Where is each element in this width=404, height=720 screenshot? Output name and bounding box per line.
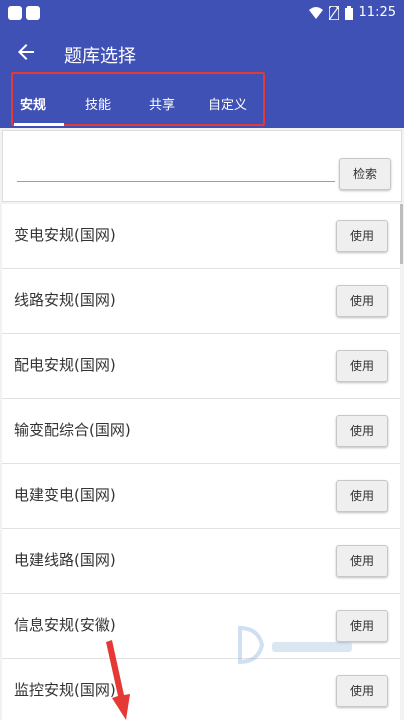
no-sim-icon	[328, 5, 339, 20]
scrollbar[interactable]	[400, 204, 403, 264]
list-item: 电建变电(国网) 使用	[2, 464, 400, 529]
list-item: 线路安规(国网) 使用	[2, 269, 400, 334]
active-tab-indicator	[14, 123, 64, 126]
use-button[interactable]: 使用	[336, 415, 388, 447]
search-input[interactable]	[17, 153, 335, 179]
status-bar: 11:25	[0, 0, 404, 28]
notification-icon	[8, 6, 22, 20]
tab-shared[interactable]: 共享	[149, 94, 175, 113]
use-button[interactable]: 使用	[336, 220, 388, 252]
use-button[interactable]: 使用	[336, 675, 388, 707]
battery-icon	[344, 5, 353, 20]
list-item: 变电安规(国网) 使用	[2, 204, 400, 269]
app-bar: 题库选择 安规 技能 共享 自定义	[0, 28, 404, 128]
status-time: 11:25	[358, 5, 396, 20]
item-label: 输变配综合(国网)	[14, 421, 131, 439]
notification-icon	[26, 6, 40, 20]
search-card: 检索	[2, 130, 402, 202]
item-label: 电建变电(国网)	[14, 486, 116, 504]
annotation-arrow	[106, 640, 130, 720]
use-button[interactable]: 使用	[336, 545, 388, 577]
list-item: 配电安规(国网) 使用	[2, 334, 400, 399]
page-title: 题库选择	[64, 46, 136, 67]
list-item: 电建线路(国网) 使用	[2, 529, 400, 594]
item-label: 线路安规(国网)	[14, 291, 116, 309]
search-underline	[17, 181, 335, 182]
back-arrow-icon[interactable]	[14, 40, 38, 64]
item-label: 电建线路(国网)	[14, 551, 116, 569]
notification-icons	[8, 6, 40, 20]
use-button[interactable]: 使用	[336, 350, 388, 382]
watermark-logo	[238, 625, 352, 665]
item-label: 变电安规(国网)	[14, 226, 116, 244]
wifi-icon	[308, 6, 323, 19]
item-label: 配电安规(国网)	[14, 356, 116, 374]
tab-custom[interactable]: 自定义	[208, 94, 247, 113]
tab-safety-rules[interactable]: 安规	[20, 94, 46, 113]
list-item: 输变配综合(国网) 使用	[2, 399, 400, 464]
use-button[interactable]: 使用	[336, 480, 388, 512]
search-button[interactable]: 检索	[339, 158, 391, 190]
use-button[interactable]: 使用	[336, 285, 388, 317]
tab-skills[interactable]: 技能	[85, 94, 111, 113]
item-label: 信息安规(安徽)	[14, 616, 116, 634]
